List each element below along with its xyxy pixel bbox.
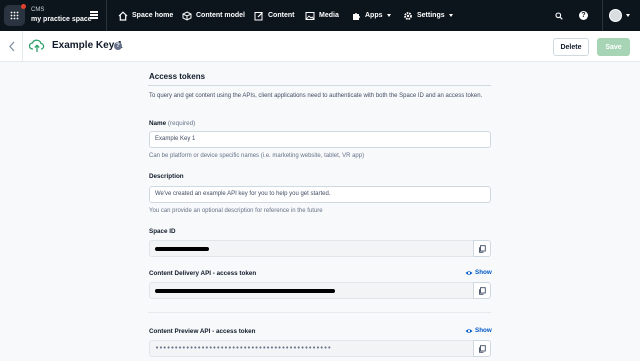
copy-cpa-token-button[interactable] [473, 340, 491, 357]
nav-label: Apps [365, 12, 383, 19]
nav-divider [106, 0, 107, 31]
cube-icon [182, 10, 192, 21]
nav-label: Content model [196, 12, 245, 19]
nav-label: Content [268, 12, 295, 19]
copy-icon [479, 286, 486, 295]
cpa-token-label: Content Preview API - access token [149, 328, 256, 335]
header-divider [22, 31, 23, 62]
home-icon [118, 10, 128, 21]
redacted-value [155, 247, 209, 251]
back-arrow-icon[interactable] [8, 41, 16, 52]
nav-media[interactable]: Media [305, 0, 339, 31]
chevron-down-icon [448, 14, 453, 17]
description-label: Description [149, 173, 184, 180]
cpa-token-field: ••••••••••••••••••••••••••••••••••••••••… [149, 340, 475, 357]
space-name: my practice space [31, 16, 92, 23]
nav-divider [602, 0, 603, 31]
page-header: Example Key 1 ? Delete Save [0, 31, 640, 62]
chevron-down-icon [386, 14, 391, 17]
help-icon: ? [579, 11, 588, 20]
name-label: Name (required) [149, 120, 195, 127]
eye-icon [465, 270, 473, 275]
org-name: CMS [31, 7, 45, 13]
copy-space-id-button[interactable] [473, 240, 491, 257]
search-icon [554, 11, 563, 20]
chevron-down-icon[interactable] [626, 14, 630, 17]
help-icon[interactable]: ? [114, 42, 122, 50]
gear-icon [404, 11, 412, 20]
nav-settings[interactable]: Settings [403, 0, 453, 31]
section-title: Access tokens [149, 72, 206, 81]
delete-button[interactable]: Delete [553, 38, 589, 56]
show-cda-token-link[interactable]: Show [465, 269, 492, 276]
nav-content-model[interactable]: Content model [182, 0, 245, 31]
image-icon [305, 11, 315, 20]
cda-token-label: Content Delivery API - access token [149, 270, 257, 277]
grid-icon [10, 11, 19, 20]
page-title: Example Key 1 [52, 40, 123, 51]
save-button[interactable]: Save [597, 38, 630, 56]
nav-space-home[interactable]: Space home [118, 0, 173, 31]
intro-text: To query and get content using the APIs,… [149, 93, 483, 99]
description-help-text: You can provide an optional description … [149, 208, 323, 214]
copy-icon [479, 244, 486, 253]
puzzle-icon [353, 12, 360, 20]
cda-token-field [149, 282, 475, 299]
app-switcher-button[interactable] [4, 4, 26, 26]
name-input[interactable]: Example Key 1 [149, 131, 491, 148]
copy-cda-token-button[interactable] [473, 282, 491, 299]
redacted-value [155, 289, 335, 293]
section-divider [148, 312, 491, 313]
notification-dot [21, 4, 26, 9]
copy-icon [479, 344, 486, 353]
nav-content[interactable]: Content [254, 0, 294, 31]
description-input[interactable]: We've created an example API key for you… [149, 186, 491, 203]
required-indicator: (required) [167, 120, 196, 127]
avatar[interactable] [609, 9, 622, 22]
name-label-text: Name [149, 120, 167, 127]
nav-label: Media [319, 12, 339, 19]
cloud-upload-icon [29, 39, 45, 52]
menu-icon[interactable] [90, 11, 98, 19]
help-button[interactable]: ? [577, 9, 590, 22]
eye-icon [465, 328, 473, 333]
space-switcher[interactable]: CMS my practice space [31, 6, 92, 24]
nav-apps[interactable]: Apps [351, 0, 391, 31]
space-id-label: Space ID [149, 228, 176, 235]
name-help-text: Can be platform or device specific names… [149, 153, 365, 159]
section-divider [148, 85, 491, 86]
edit-icon [254, 11, 263, 20]
space-id-field [149, 240, 475, 257]
nav-label: Space home [132, 12, 174, 19]
top-nav: CMS my practice space Space home Content… [0, 0, 640, 31]
nav-label: Settings [417, 12, 445, 19]
search-button[interactable] [552, 9, 565, 22]
show-cpa-token-link[interactable]: Show [465, 327, 492, 334]
show-label: Show [475, 327, 492, 334]
masked-value: ••••••••••••••••••••••••••••••••••••••••… [155, 344, 332, 352]
show-label: Show [475, 269, 492, 276]
